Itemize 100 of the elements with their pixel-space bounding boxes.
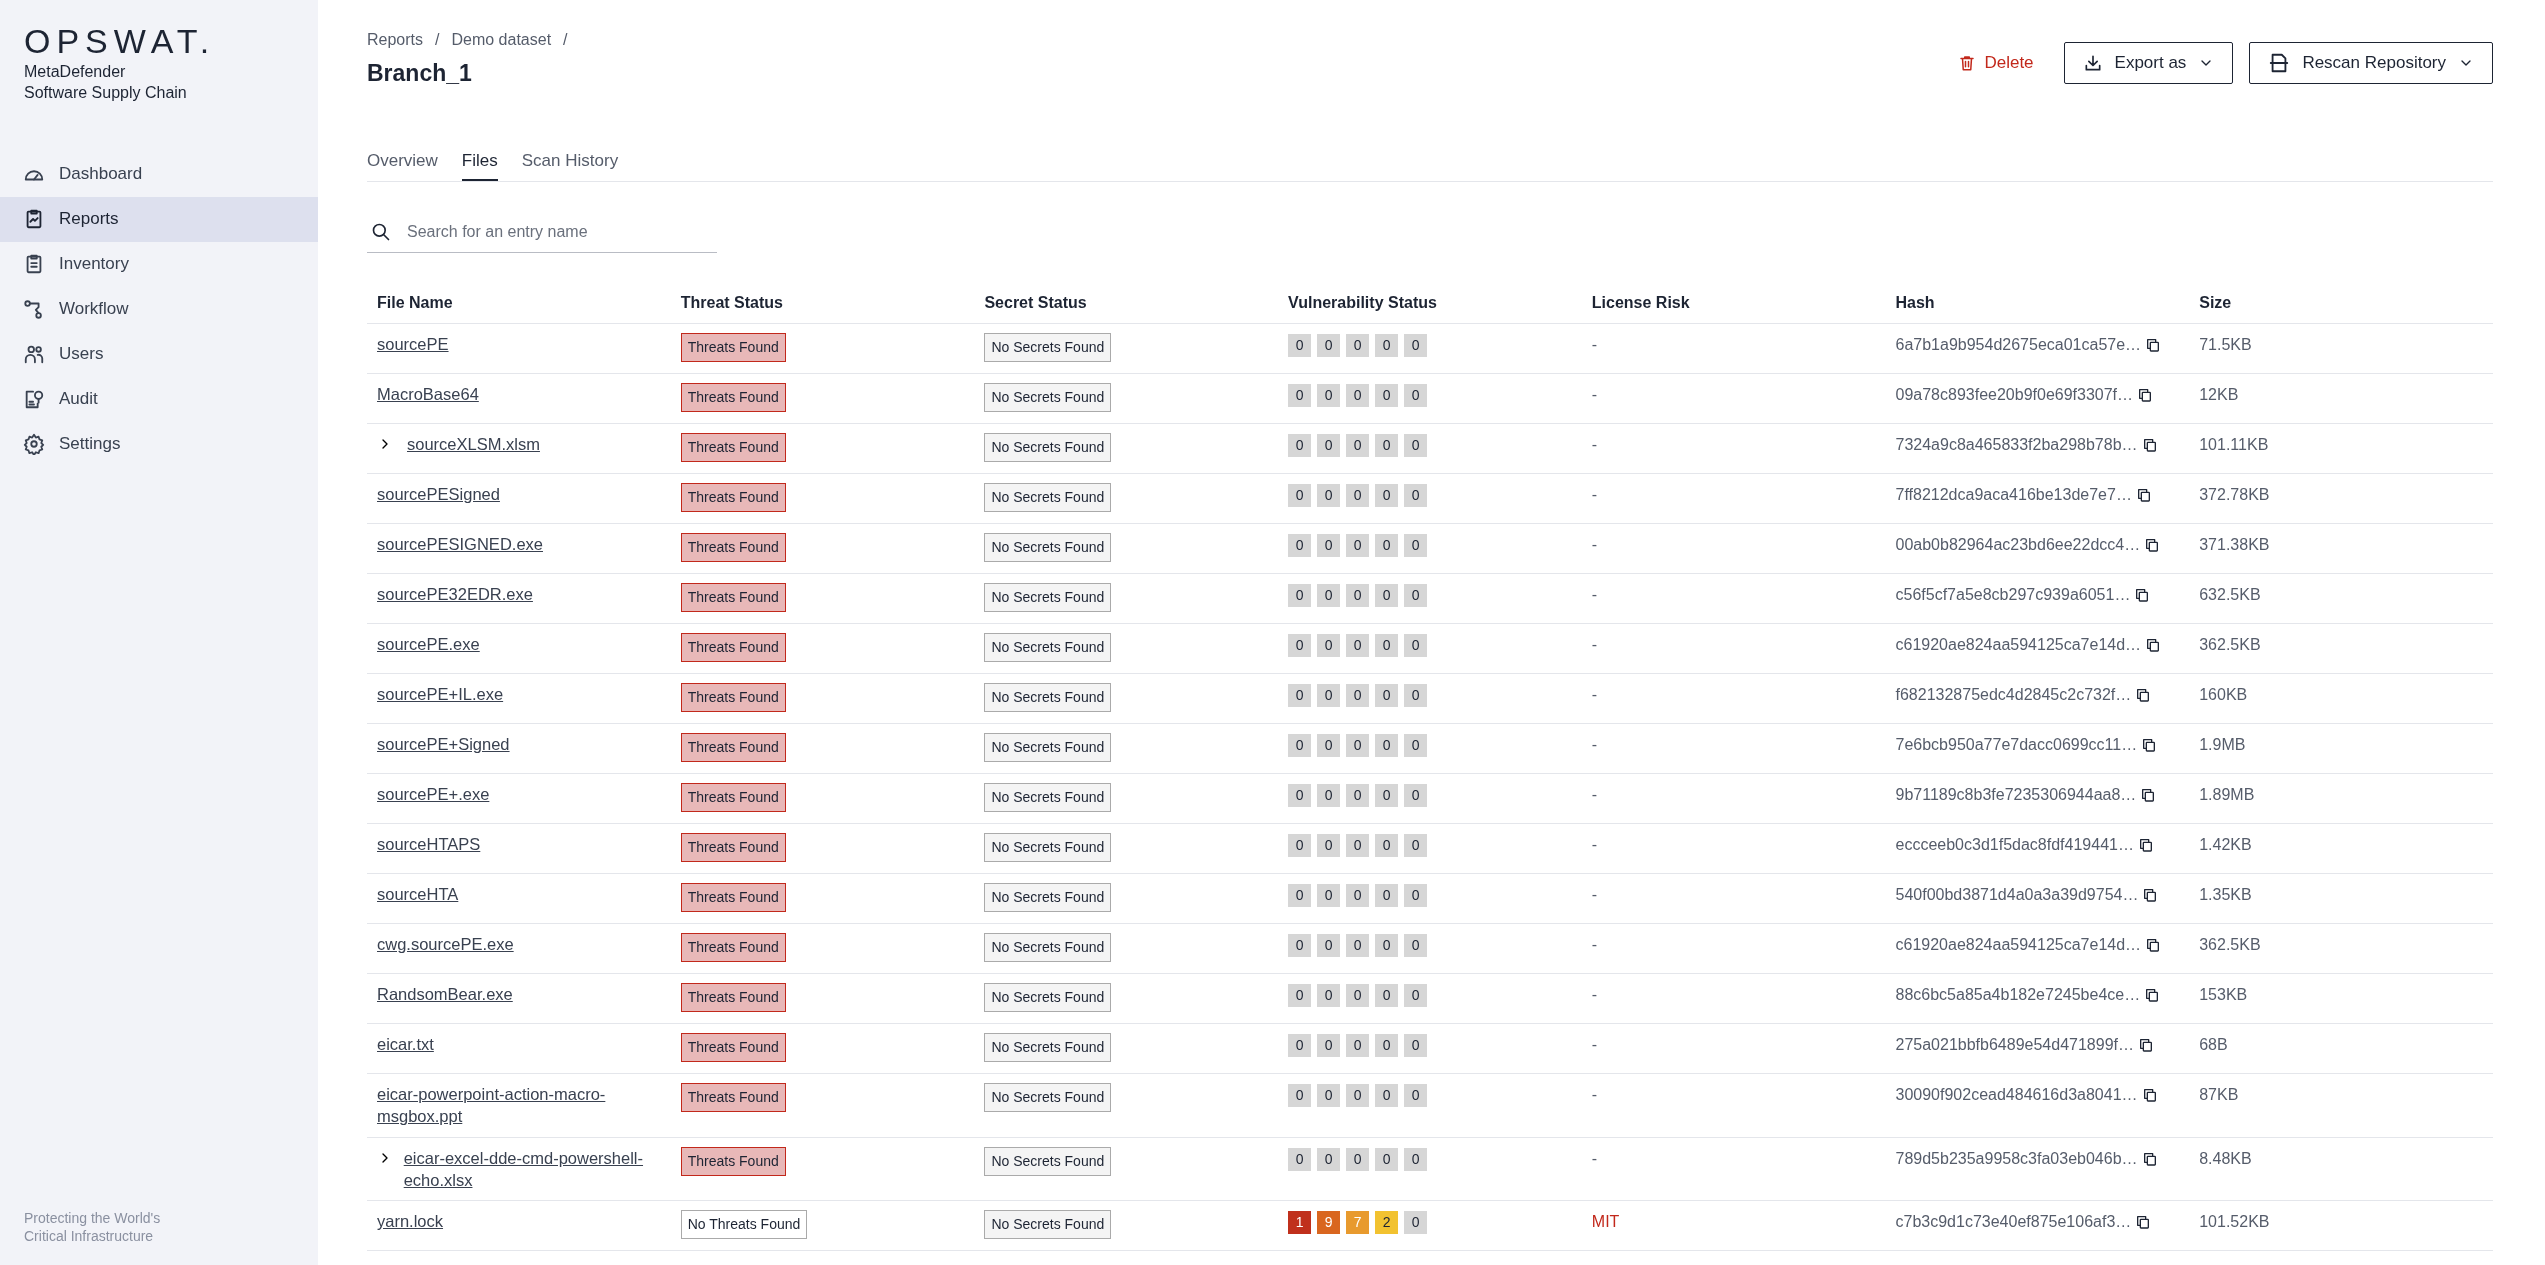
secret-status-badge: No Secrets Found: [984, 333, 1112, 363]
delete-button[interactable]: Delete: [1952, 49, 2040, 77]
secret-status-badge: No Secrets Found: [984, 1033, 1112, 1063]
hash-text: 09a78c893fee20b9f0e69f3307f…: [1895, 385, 2134, 406]
file-name-link[interactable]: MacroBase64: [377, 383, 479, 406]
vulnerability-count: 0: [1404, 1084, 1428, 1108]
copy-icon[interactable]: [2142, 887, 2159, 904]
vulnerability-count: 0: [1375, 584, 1399, 608]
vulnerability-count: 0: [1346, 1034, 1370, 1058]
secret-status-badge: No Secrets Found: [984, 983, 1112, 1013]
file-name-link[interactable]: RandsomBear.exe: [377, 983, 513, 1006]
copy-icon[interactable]: [2137, 837, 2154, 854]
copy-icon[interactable]: [2141, 437, 2158, 454]
file-size: 87KB: [2199, 1086, 2239, 1104]
file-size: 1.9MB: [2199, 736, 2246, 754]
file-name-link[interactable]: sourcePESigned: [377, 483, 500, 506]
rescan-button[interactable]: Rescan Repository: [2249, 42, 2493, 84]
search-field[interactable]: Search for an entry name: [367, 212, 717, 254]
vulnerability-count: 0: [1404, 1147, 1428, 1171]
vulnerability-count: 0: [1375, 734, 1399, 758]
license-risk: -: [1591, 536, 1598, 554]
sidebar-item[interactable]: Reports: [0, 196, 318, 242]
file-name-link[interactable]: eicar.txt: [377, 1033, 434, 1056]
sidebar-item[interactable]: Workflow: [0, 286, 318, 332]
file-size: 371.38KB: [2199, 536, 2270, 554]
file-size: 160KB: [2199, 686, 2248, 704]
hash-text: c61920ae824aa594125ca7e14d…: [1895, 635, 2142, 656]
copy-icon[interactable]: [2137, 387, 2154, 404]
file-name-link[interactable]: sourceHTAPS: [377, 833, 481, 856]
copy-icon[interactable]: [2135, 487, 2152, 504]
vulnerability-count: 0: [1404, 1034, 1428, 1058]
copy-icon[interactable]: [2135, 1214, 2152, 1231]
file-name-link[interactable]: eicar-powerpoint-action-macro-msgbox.ppt: [377, 1083, 661, 1128]
file-name-link[interactable]: sourcePE.exe: [377, 633, 480, 656]
copy-icon[interactable]: [2144, 537, 2161, 554]
export-button[interactable]: Export as: [2063, 42, 2234, 84]
copy-icon[interactable]: [2135, 687, 2152, 704]
column-header: License Risk: [1581, 283, 1886, 324]
vulnerability-count: 0: [1404, 534, 1428, 558]
copy-icon[interactable]: [2137, 1037, 2154, 1054]
vulnerability-count: 7: [1346, 1211, 1370, 1235]
file-name-link[interactable]: sourceXLSM.xlsm: [407, 433, 540, 456]
file-size: 1.42KB: [2199, 836, 2252, 854]
file-name-link[interactable]: eicar-excel-dde-cmd-powershell-echo.xlsx: [403, 1146, 661, 1192]
file-name-link[interactable]: sourcePE+IL.exe: [377, 683, 504, 706]
license-risk: -: [1591, 836, 1598, 854]
hash-text: 7e6bcb950a77e7dacc0699cc11…: [1895, 735, 2138, 756]
document-icon: [2268, 52, 2291, 74]
file-name-link[interactable]: sourcePE+.exe: [377, 783, 490, 806]
copy-icon[interactable]: [2140, 787, 2157, 804]
hash-text: 6a7b1a9b954d2675eca01ca57e…: [1895, 335, 2142, 356]
file-size: 362.5KB: [2199, 636, 2261, 654]
file-name-link[interactable]: yarn.lock: [377, 1210, 444, 1233]
file-name-link[interactable]: sourcePE: [377, 333, 449, 356]
users-icon: [23, 343, 45, 366]
copy-icon[interactable]: [2141, 1150, 2158, 1167]
tab[interactable]: Files: [461, 147, 498, 182]
copy-icon[interactable]: [2145, 337, 2162, 354]
copy-icon[interactable]: [2141, 1087, 2158, 1104]
file-name-link[interactable]: sourcePE+Signed: [377, 733, 510, 756]
sidebar-item[interactable]: Audit: [0, 376, 318, 422]
vulnerability-count: 0: [1346, 1084, 1370, 1108]
tab[interactable]: Overview: [367, 147, 438, 182]
copy-icon[interactable]: [2145, 637, 2162, 654]
vulnerability-count: 0: [1375, 934, 1399, 958]
sidebar-item[interactable]: Dashboard: [0, 151, 318, 197]
threat-status-badge: Threats Found: [680, 1083, 786, 1113]
file-size: 1.89MB: [2199, 786, 2255, 804]
tab[interactable]: Scan History: [521, 147, 619, 182]
vulnerability-count: 0: [1317, 934, 1341, 958]
hash-text: c56f5cf7a5e8cb297c939a6051…: [1895, 585, 2131, 606]
secret-status-badge: No Secrets Found: [984, 733, 1112, 763]
vulnerability-count: 0: [1317, 984, 1341, 1008]
copy-icon[interactable]: [2144, 987, 2161, 1004]
file-name-link[interactable]: sourcePE32EDR.exe: [377, 583, 533, 606]
vulnerability-count: 0: [1404, 484, 1428, 508]
sidebar-item[interactable]: Users: [0, 331, 318, 377]
secret-status-badge: No Secrets Found: [984, 683, 1112, 713]
file-name-link[interactable]: sourceHTA: [377, 883, 459, 906]
vulnerability-count: 0: [1404, 834, 1428, 858]
threat-status-badge: Threats Found: [680, 733, 786, 763]
hash-text: 540f00bd3871d4a0a3a39d9754…: [1895, 885, 2139, 906]
file-name-link[interactable]: sourcePESIGNED.exe: [377, 533, 543, 556]
copy-icon[interactable]: [2141, 737, 2158, 754]
license-risk: MIT: [1591, 1213, 1620, 1231]
license-risk: -: [1591, 436, 1598, 454]
vulnerability-count: 0: [1288, 584, 1312, 608]
breadcrumb-link[interactable]: Demo dataset: [451, 28, 552, 52]
vulnerability-count: 0: [1317, 734, 1341, 758]
copy-icon[interactable]: [2145, 937, 2162, 954]
threat-status-badge: No Threats Found: [680, 1210, 808, 1240]
sidebar-item[interactable]: Settings: [0, 421, 318, 467]
breadcrumb-link[interactable]: Reports: [367, 28, 424, 52]
file-size: 632.5KB: [2199, 586, 2261, 604]
file-size: 71.5KB: [2199, 336, 2252, 354]
vulnerability-count: 0: [1346, 734, 1370, 758]
sidebar-item[interactable]: Inventory: [0, 241, 318, 287]
column-header: Vulnerability Status: [1278, 283, 1582, 324]
file-name-link[interactable]: cwg.sourcePE.exe: [377, 933, 514, 956]
copy-icon[interactable]: [2134, 587, 2151, 604]
